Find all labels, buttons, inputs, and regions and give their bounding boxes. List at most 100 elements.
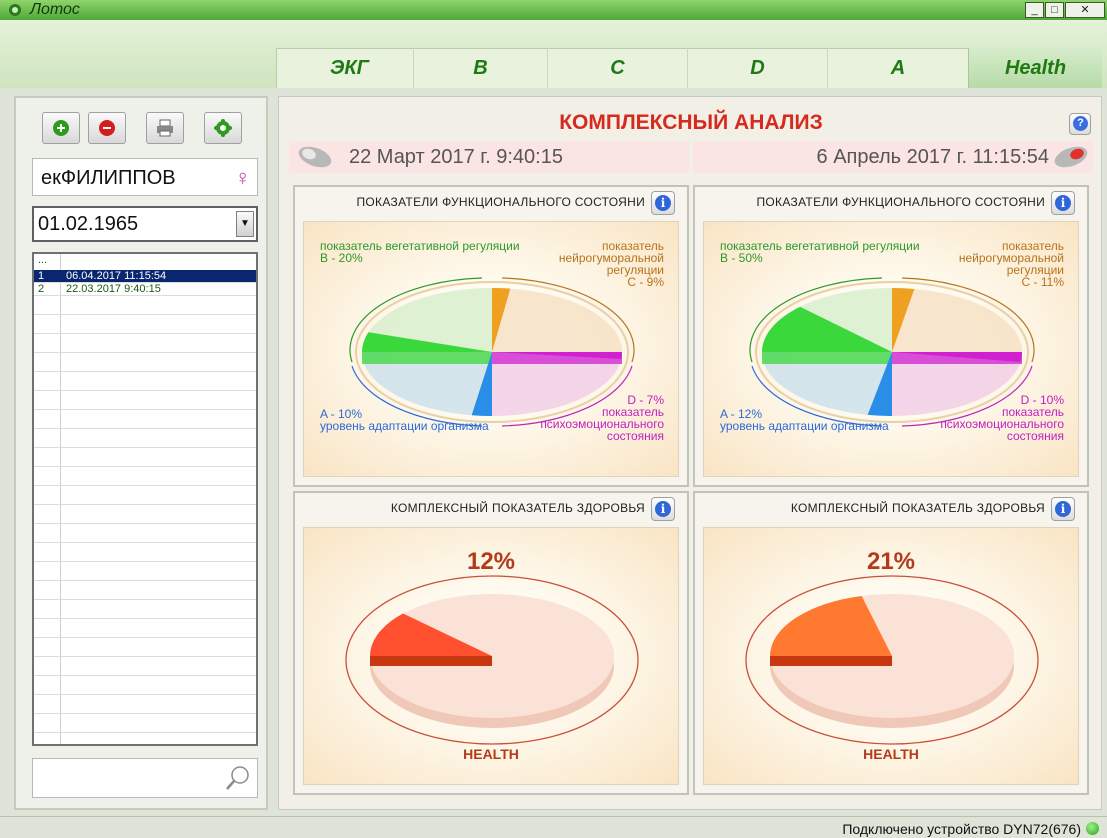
tab-a[interactable]: A bbox=[828, 48, 968, 88]
patient-sidebar: екФИЛИППОВ ♀ 01.02.1965 ▼ ... 1 06.04.201… bbox=[14, 96, 268, 810]
list-item-empty bbox=[34, 353, 256, 372]
status-bar: Подключено устройство DYN72(676) bbox=[0, 816, 1107, 838]
mouse-right-icon[interactable] bbox=[1051, 145, 1091, 169]
list-item-empty bbox=[34, 448, 256, 467]
health-percent-right: 21% bbox=[866, 548, 916, 575]
list-item-empty bbox=[34, 581, 256, 600]
label-a-left: A - 10% уровень адаптации организма bbox=[320, 407, 489, 433]
func-panel-right: ПОКАЗАТЕЛИ ФУНКЦИОНАЛЬНОГО СОСТОЯНИ i по… bbox=[693, 185, 1089, 487]
records-list[interactable]: ... 1 06.04.2017 11:15:54 2 22.03.2017 9:4… bbox=[32, 252, 258, 746]
status-text: Подключено устройство DYN72(676) bbox=[842, 821, 1081, 837]
list-item-empty bbox=[34, 391, 256, 410]
list-item-empty bbox=[34, 619, 256, 638]
list-item-empty bbox=[34, 543, 256, 562]
info-icon: i bbox=[655, 195, 671, 211]
label-c-left: показатель нейрогуморальной регуляции C -… bbox=[558, 239, 664, 289]
settings-button[interactable] bbox=[204, 112, 242, 144]
health-title-left: КОМПЛЕКСНЫЙ ПОКАЗАТЕЛЬ ЗДОРОВЬЯ bbox=[390, 501, 645, 515]
patient-name: екФИЛИППОВ bbox=[41, 167, 176, 189]
list-item-empty bbox=[34, 600, 256, 619]
func-chart-right: показатель вегетативной регуляции B - 50%… bbox=[703, 221, 1079, 477]
tab-c[interactable]: C bbox=[548, 48, 688, 88]
info-icon: i bbox=[1055, 501, 1071, 517]
maximize-button[interactable]: □ bbox=[1045, 2, 1064, 18]
analysis-panel: КОМПЛЕКСНЫЙ АНАЛИЗ ? 22 Март 2017 г. 9:4… bbox=[278, 96, 1102, 810]
patient-name-field[interactable]: екФИЛИППОВ ♀ bbox=[32, 158, 258, 196]
info-icon: i bbox=[1055, 195, 1071, 211]
list-item-empty bbox=[34, 695, 256, 714]
list-item-empty bbox=[34, 315, 256, 334]
health-chart-left: 12% HEALTH bbox=[303, 527, 679, 785]
gear-icon bbox=[214, 119, 232, 137]
slice-edge bbox=[362, 352, 492, 364]
info-button[interactable]: i bbox=[1051, 497, 1075, 521]
help-icon: ? bbox=[1073, 116, 1088, 131]
func-title-left: ПОКАЗАТЕЛИ ФУНКЦИОНАЛЬНОГО СОСТОЯНИ bbox=[356, 195, 645, 209]
health-panel-right: КОМПЛЕКСНЫЙ ПОКАЗАТЕЛЬ ЗДОРОВЬЯ i 21% HE… bbox=[693, 491, 1089, 795]
title-bar: Лотос _ □ ✕ bbox=[0, 0, 1107, 20]
tab-d[interactable]: D bbox=[688, 48, 828, 88]
tab-strip: ЭКГ B C D A Health bbox=[276, 28, 1102, 88]
list-header: ... bbox=[38, 254, 48, 266]
tab-health[interactable]: Health bbox=[968, 48, 1102, 88]
label-d-left: D - 7% показатель психоэмоционального сос… bbox=[540, 393, 664, 443]
date-left: 22 Март 2017 г. 9:40:15 bbox=[289, 141, 689, 173]
mouse-left-icon[interactable] bbox=[295, 145, 335, 169]
list-item-empty bbox=[34, 467, 256, 486]
slice-edge bbox=[492, 352, 622, 364]
health-title-right: КОМПЛЕКСНЫЙ ПОКАЗАТЕЛЬ ЗДОРОВЬЯ bbox=[790, 501, 1045, 515]
female-icon: ♀ bbox=[234, 165, 252, 190]
list-item-empty bbox=[34, 714, 256, 733]
health-panel-left: КОМПЛЕКСНЫЙ ПОКАЗАТЕЛЬ ЗДОРОВЬЯ i 12% HE… bbox=[293, 491, 689, 795]
info-button[interactable]: i bbox=[1051, 191, 1075, 215]
list-item-empty bbox=[34, 733, 256, 744]
window-title: Лотос bbox=[30, 1, 80, 18]
list-item-empty bbox=[34, 334, 256, 353]
list-item-empty bbox=[34, 372, 256, 391]
plus-circle-icon bbox=[53, 120, 69, 136]
dob-value: 01.02.1965 bbox=[38, 213, 139, 235]
chevron-down-icon[interactable]: ▼ bbox=[236, 211, 254, 237]
list-item-empty bbox=[34, 410, 256, 429]
magnifier-icon[interactable] bbox=[225, 765, 251, 791]
list-item-empty bbox=[34, 486, 256, 505]
label-d-right: D - 10% показатель психоэмоционального со… bbox=[940, 393, 1064, 443]
info-button[interactable]: i bbox=[651, 497, 675, 521]
page-title: КОМПЛЕКСНЫЙ АНАЛИЗ bbox=[559, 111, 823, 134]
add-button[interactable] bbox=[42, 112, 80, 144]
list-item-empty bbox=[34, 638, 256, 657]
func-panel-left: ПОКАЗАТЕЛИ ФУНКЦИОНАЛЬНОГО СОСТОЯНИ i по… bbox=[293, 185, 689, 487]
list-item[interactable]: 2 22.03.2017 9:40:15 bbox=[34, 283, 256, 296]
print-button[interactable] bbox=[146, 112, 184, 144]
slice-edge bbox=[370, 656, 492, 666]
dob-select[interactable]: 01.02.1965 ▼ bbox=[32, 206, 258, 242]
list-item-empty bbox=[34, 296, 256, 315]
tab-b[interactable]: B bbox=[414, 48, 548, 88]
label-b-left: показатель вегетативной регуляции B - 20% bbox=[320, 239, 520, 265]
list-item-empty bbox=[34, 524, 256, 543]
close-button[interactable]: ✕ bbox=[1065, 2, 1105, 18]
list-item-empty bbox=[34, 429, 256, 448]
minus-circle-icon bbox=[99, 120, 115, 136]
remove-button[interactable] bbox=[88, 112, 126, 144]
minimize-button[interactable]: _ bbox=[1025, 2, 1044, 18]
label-c-right: показатель нейрогуморальной регуляции C -… bbox=[958, 239, 1064, 289]
slice-edge bbox=[762, 352, 892, 364]
label-b-right: показатель вегетативной регуляции B - 50% bbox=[720, 239, 920, 265]
help-button[interactable]: ? bbox=[1069, 113, 1091, 135]
printer-icon bbox=[157, 119, 173, 137]
tab-ekg[interactable]: ЭКГ bbox=[286, 48, 414, 88]
health-label-left: HEALTH bbox=[463, 746, 519, 762]
list-item-empty bbox=[34, 676, 256, 695]
func-title-right: ПОКАЗАТЕЛИ ФУНКЦИОНАЛЬНОГО СОСТОЯНИ bbox=[756, 195, 1045, 209]
lotus-logo-icon bbox=[9, 4, 21, 16]
health-chart-right: 21% HEALTH bbox=[703, 527, 1079, 785]
list-item-empty bbox=[34, 657, 256, 676]
list-item-empty bbox=[34, 562, 256, 581]
info-button[interactable]: i bbox=[651, 191, 675, 215]
list-item-empty bbox=[34, 505, 256, 524]
label-a-right: A - 12% уровень адаптации организма bbox=[720, 407, 889, 433]
search-field[interactable] bbox=[32, 758, 258, 798]
date-right: 6 Апрель 2017 г. 11:15:54 bbox=[693, 141, 1093, 173]
list-item[interactable]: 1 06.04.2017 11:15:54 bbox=[34, 270, 256, 283]
